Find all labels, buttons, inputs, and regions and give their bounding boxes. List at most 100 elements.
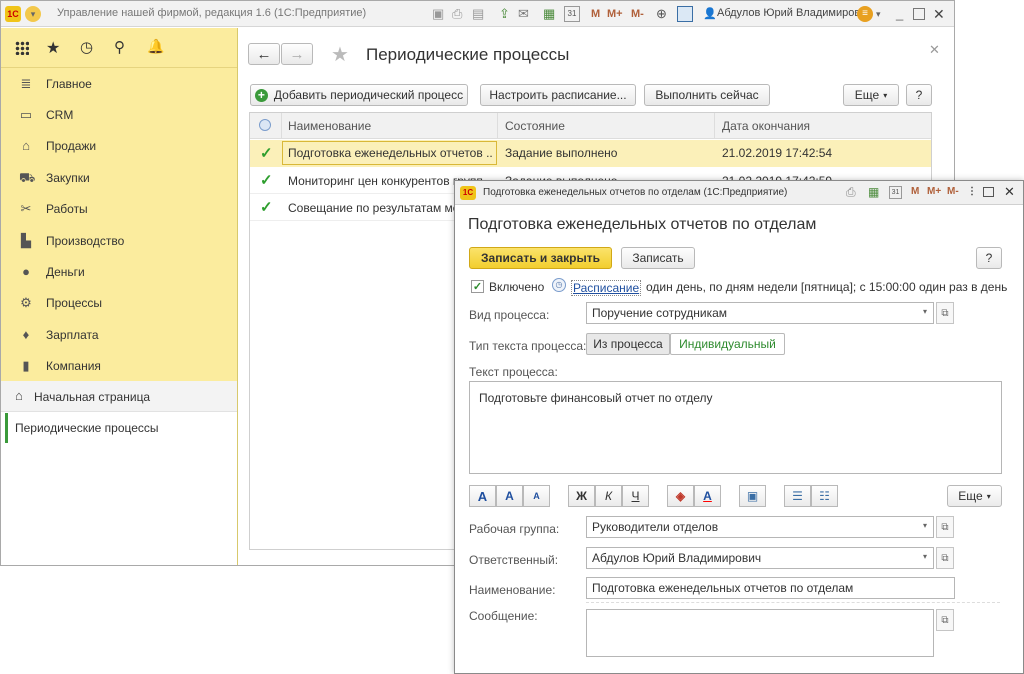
save-button[interactable]: Записать [621,247,695,269]
open-message-icon[interactable]: ⧉ [936,609,954,631]
processes-icon: ⚙ [20,295,32,311]
dialog-more-icon[interactable]: ⋮ [967,186,977,197]
dialog-calendar-icon[interactable]: 31 [889,186,902,199]
process-type-value: Поручение сотрудникам [592,306,728,320]
panel-icon[interactable] [677,6,693,22]
help-button[interactable]: ? [906,84,932,106]
run-now-button[interactable]: Выполнить сейчас [644,84,770,106]
chevron-down-icon[interactable]: ▾ [923,307,927,316]
column-end-date[interactable]: Дата окончания [722,119,810,133]
page-close-icon[interactable]: ✕ [929,42,940,58]
work-group-field[interactable]: Руководители отделов ▾ [586,516,934,538]
search-icon[interactable]: ⚲ [114,38,125,56]
add-periodic-process-button[interactable]: + Добавить периодический процесс [250,84,468,106]
dialog-close-icon[interactable]: ✕ [1004,184,1015,200]
open-responsible-icon[interactable]: ⧉ [936,547,954,569]
sidebar-item-0[interactable]: ≣ Главное [1,68,237,99]
menu-dropdown-icon[interactable]: ▾ [25,6,41,22]
process-type-field[interactable]: Поручение сотрудникам ▾ [586,302,934,324]
dialog-help-button[interactable]: ? [976,247,1002,269]
italic-button[interactable]: К [595,485,622,507]
dialog-print-icon[interactable]: ⎙ [846,185,856,200]
memory-m-icon[interactable]: M [591,6,607,22]
list-icon: ≣ [20,75,32,91]
sidebar-item-8[interactable]: ♦ Зарплата [1,319,237,350]
dialog-maximize-icon[interactable] [983,187,994,197]
zoom-icon[interactable]: ⊕ [656,6,672,22]
dialog-mplus-icon[interactable]: M+ [927,186,941,197]
sidebar-item-9[interactable]: ▮ Компания [1,351,237,382]
sidebar-item-1[interactable]: ▭ CRM [1,99,237,130]
open-work-group-icon[interactable]: ⧉ [936,516,954,538]
column-name[interactable]: Наименование [288,119,371,133]
bell-icon[interactable]: 🔔 [147,38,164,55]
sidebar-item-2[interactable]: ⌂ Продажи [1,131,237,162]
home-page-item[interactable]: ⌂ Начальная страница [1,381,237,412]
configure-schedule-button[interactable]: Настроить расписание... [480,84,636,106]
link-icon[interactable]: ✉ [518,6,534,22]
numbered-list-button[interactable]: ☷ [811,485,838,507]
save-and-close-button[interactable]: Записать и закрыть [469,247,612,269]
underline-button[interactable]: Ч [622,485,649,507]
name-field[interactable]: Подготовка еженедельных отчетов по отдел… [586,577,955,599]
bullet-list-button[interactable]: ☰ [784,485,811,507]
column-status[interactable]: Состояние [505,119,565,133]
chevron-down-icon[interactable]: ▾ [923,521,927,530]
schedule-link[interactable]: Расписание [571,280,642,296]
calendar-icon[interactable]: 31 [564,6,580,22]
enabled-checkbox[interactable]: ✓ [471,280,484,293]
maximize-icon[interactable] [913,8,925,20]
dialog-m-icon[interactable]: M [911,186,919,197]
text-type-from-process[interactable]: Из процесса [586,333,670,355]
preview-icon[interactable]: ▤ [472,6,488,22]
page-title: Периодические процессы [366,45,570,64]
sidebar-item-5[interactable]: ▙ Производство [1,225,237,256]
font-color-button[interactable]: A [694,485,721,507]
more-button[interactable]: Еще ▾ [843,84,899,106]
print-icon[interactable]: ⎙ [452,6,468,22]
star-icon[interactable]: ★ [46,38,60,58]
open-process-type-icon[interactable]: ⧉ [936,302,954,324]
format-more-button[interactable]: Еще ▾ [947,485,1002,507]
responsible-field[interactable]: Абдулов Юрий Владимирович ▾ [586,547,934,569]
dialog-title-bar: 1С Подготовка еженедельных отчетов по от… [455,181,1023,205]
save-icon[interactable]: ▣ [432,6,448,22]
table-row[interactable]: ✓ Подготовка еженедельных отчетов ... За… [250,140,931,167]
sidebar-item-7[interactable]: ⚙ Процессы [1,288,237,319]
process-text-area[interactable]: Подготовьте финансовый отчет по отделу [469,381,1002,474]
minimize-icon[interactable]: _ [896,6,912,22]
settings-menu-icon[interactable]: ≡ [857,6,873,22]
forward-button[interactable]: → [281,43,313,65]
memory-mplus-icon[interactable]: M+ [607,6,629,22]
favorite-star-icon[interactable]: ★ [331,42,349,67]
back-button[interactable]: ← [248,43,280,65]
font-style-button[interactable]: A [469,485,496,507]
font-decrease-button[interactable]: A [523,485,550,507]
history-icon[interactable]: ◷ [80,38,93,56]
sidebar-item-3[interactable]: ⛟ Закупки [1,162,237,193]
row-name: Подготовка еженедельных отчетов ... [288,146,493,160]
window-title: Управление нашей фирмой, редакция 1.6 (1… [57,7,367,19]
insert-image-button[interactable]: ▣ [739,485,766,507]
table-header: Наименование Состояние Дата окончания [250,113,931,139]
attach-icon[interactable]: ⇪ [499,6,515,22]
font-increase-button[interactable]: A [496,485,523,507]
name-label: Наименование: [469,583,556,597]
apps-grid-icon[interactable] [15,41,29,55]
dialog-calc-icon[interactable]: ▦ [868,185,879,199]
dialog-mminus-icon[interactable]: M- [947,186,959,197]
bold-button[interactable]: Ж [568,485,595,507]
sidebar-item-label: Компания [46,359,101,374]
calculator-icon[interactable]: ▦ [543,6,559,22]
sidebar-item-4[interactable]: ✂ Работы [1,194,237,225]
highlight-button[interactable]: ◈ [667,485,694,507]
close-icon[interactable]: ✕ [933,6,949,22]
message-field[interactable] [586,609,934,657]
home-page-label: Начальная страница [34,390,151,404]
open-page-periodic-processes[interactable]: Периодические процессы [5,413,237,443]
text-type-individual[interactable]: Индивидуальный [670,333,785,355]
sidebar-item-6[interactable]: ● Деньги [1,256,237,287]
chevron-down-icon[interactable]: ▾ [923,552,927,561]
memory-mminus-icon[interactable]: M- [631,6,653,22]
chevron-down-icon[interactable]: ▾ [876,6,892,22]
